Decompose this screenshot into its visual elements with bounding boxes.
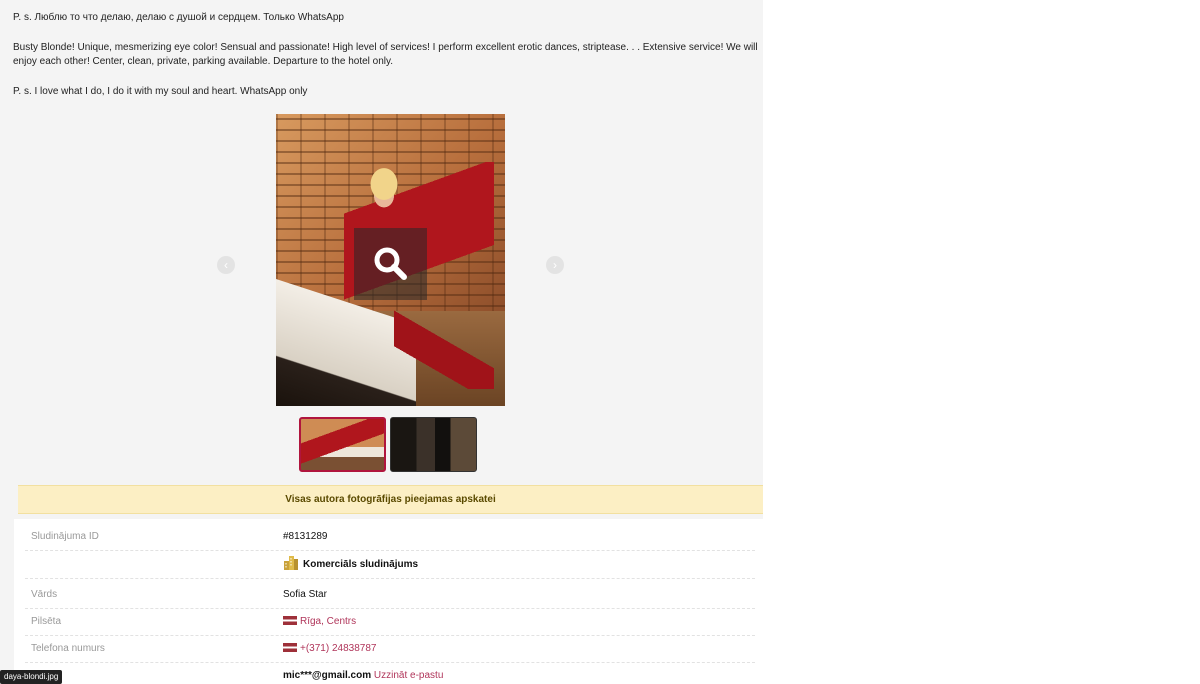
description-ps-en: P. s. I love what I do, I do it with my … xyxy=(13,86,308,97)
row-city: Pilsēta Rīga, Centrs xyxy=(25,608,755,636)
commercial-ad-text: Komerciāls sludinājums xyxy=(303,559,419,570)
ad-details-table: Sludinājuma ID #8131289 Komerciāls sludi… xyxy=(14,519,763,684)
description-text-en: Busty Blonde! Unique, mesmerizing eye co… xyxy=(13,42,758,67)
photo-figure-legs xyxy=(394,304,494,389)
phone-label: Telefona numurs xyxy=(31,643,105,654)
name-label: Vārds xyxy=(31,589,58,600)
search-icon xyxy=(374,247,407,280)
commercial-ad-badge: Komerciāls sludinājums xyxy=(283,551,418,578)
ad-id-value: #8131289 xyxy=(283,531,328,542)
gallery-next-button[interactable]: › xyxy=(546,256,564,274)
thumbnail-1[interactable] xyxy=(299,417,386,472)
filename-tooltip: daya-blondi.jpg xyxy=(0,670,63,684)
email-masked: mic***@gmail.com xyxy=(283,670,372,681)
reveal-email-link[interactable]: Uzzināt e-pastu xyxy=(374,670,443,681)
chevron-left-icon: ‹ xyxy=(224,258,228,272)
row-email: mic***@gmail.com Uzzināt e-pastu xyxy=(25,662,755,684)
latvia-flag-icon xyxy=(283,643,297,652)
row-name: Vārds Sofia Star xyxy=(25,581,755,609)
ad-id-label: Sludinājuma ID xyxy=(31,531,99,542)
photo-gallery: ‹ › xyxy=(0,114,763,406)
city-value: Rīga, Centrs xyxy=(283,608,356,635)
row-commercial: Komerciāls sludinājums xyxy=(25,551,755,579)
thumbnail-2[interactable] xyxy=(390,417,477,472)
description-ps-ru: P. s. Люблю то что делаю, делаю с душой … xyxy=(13,12,344,23)
row-phone: Telefona numurs +(371) 24838787 xyxy=(25,635,755,663)
author-photos-notice: Visas autora fotogrāfijas pieejamas apsk… xyxy=(18,485,763,514)
buildings-icon xyxy=(284,556,298,570)
phone-link[interactable]: +(371) 24838787 xyxy=(300,643,376,654)
city-link[interactable]: Rīga, Centrs xyxy=(300,616,356,627)
ad-content: P. s. Люблю то что делаю, делаю с душой … xyxy=(0,0,763,684)
zoom-button[interactable] xyxy=(354,228,427,300)
phone-value: +(371) 24838787 xyxy=(283,635,376,662)
name-value: Sofia Star xyxy=(283,589,327,600)
main-photo[interactable] xyxy=(276,114,505,406)
gallery-prev-button[interactable]: ‹ xyxy=(217,256,235,274)
city-label: Pilsēta xyxy=(31,616,62,627)
thumbnail-strip xyxy=(0,417,763,473)
latvia-flag-icon xyxy=(283,616,297,625)
chevron-right-icon: › xyxy=(553,258,557,272)
email-value: mic***@gmail.com Uzzināt e-pastu xyxy=(283,662,443,684)
row-ad-id: Sludinājuma ID #8131289 xyxy=(25,523,755,551)
